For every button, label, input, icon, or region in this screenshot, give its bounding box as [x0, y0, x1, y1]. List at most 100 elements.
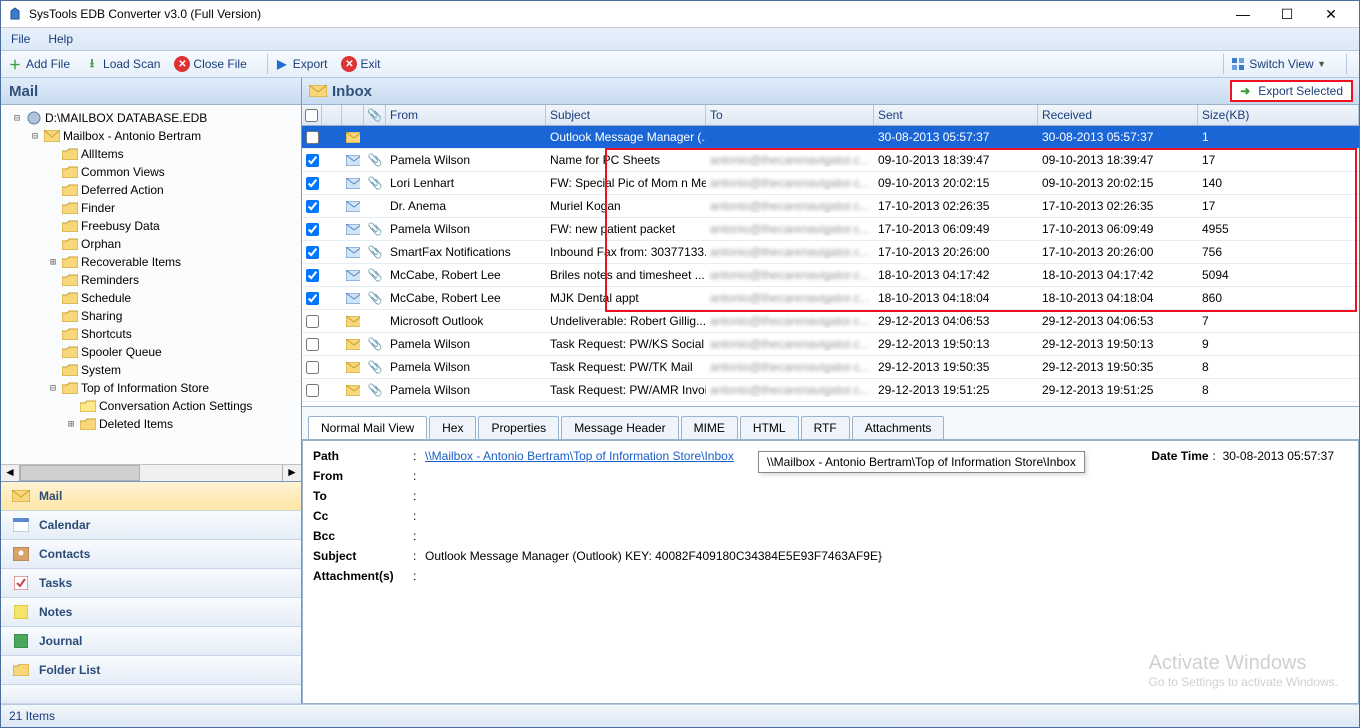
folder-tree[interactable]: ⊟D:\MAILBOX DATABASE.EDB⊟Mailbox - Anton… [1, 105, 301, 464]
tree-item[interactable]: AllItems [1, 145, 301, 163]
table-row[interactable]: Outlook Message Manager (...30-08-2013 0… [302, 126, 1359, 149]
detail-tabs: Normal Mail View Hex Properties Message … [302, 407, 1359, 440]
mail-icon [11, 488, 31, 504]
close-file-button[interactable]: ✕Close File [174, 56, 246, 72]
tab-normal[interactable]: Normal Mail View [308, 416, 427, 439]
tree-item[interactable]: Spooler Queue [1, 343, 301, 361]
nav-notes[interactable]: Notes [1, 598, 301, 627]
menu-help[interactable]: Help [48, 32, 73, 46]
tab-html[interactable]: HTML [740, 416, 799, 439]
switch-view-button[interactable]: Switch View ▼ [1230, 56, 1326, 72]
nav-folder-list[interactable]: Folder List [1, 656, 301, 685]
tab-mime[interactable]: MIME [681, 416, 738, 439]
col-sent[interactable]: Sent [874, 105, 1038, 125]
datetime-value: 30-08-2013 05:57:37 [1223, 449, 1334, 463]
main-header: Inbox ➜Export Selected [302, 78, 1359, 105]
cc-value [425, 509, 1348, 523]
plus-icon: ＋ [7, 56, 23, 72]
maximize-button[interactable]: ☐ [1265, 3, 1309, 25]
table-row[interactable]: 📎McCabe, Robert LeeBriles notes and time… [302, 264, 1359, 287]
tab-attachments[interactable]: Attachments [852, 416, 945, 439]
tab-message-header[interactable]: Message Header [561, 416, 678, 439]
col-checkbox[interactable] [302, 105, 322, 125]
path-label: Path [313, 449, 413, 463]
table-row[interactable]: 📎McCabe, Robert LeeMJK Dental apptantoni… [302, 287, 1359, 310]
grid-body[interactable]: Outlook Message Manager (...30-08-2013 0… [302, 126, 1359, 407]
tree-item[interactable]: ⊞Recoverable Items [1, 253, 301, 271]
table-row[interactable]: Microsoft OutlookUndeliverable: Robert G… [302, 310, 1359, 333]
detail-body: Path: \\Mailbox - Antonio Bertram\Top of… [302, 440, 1359, 704]
col-size[interactable]: Size(KB) [1198, 105, 1359, 125]
nav-pane: Mail Calendar Contacts Tasks Notes Journ… [1, 481, 301, 704]
add-file-button[interactable]: ＋Add File [7, 56, 70, 72]
tree-item[interactable]: Deferred Action [1, 181, 301, 199]
tree-item[interactable]: ⊟D:\MAILBOX DATABASE.EDB [1, 109, 301, 127]
nav-spacer [1, 685, 301, 704]
col-received[interactable]: Received [1038, 105, 1198, 125]
table-row[interactable]: 📎Pamela WilsonName for PC Sheetsantonio@… [302, 149, 1359, 172]
tree-item[interactable]: Freebusy Data [1, 217, 301, 235]
col-from[interactable]: From [386, 105, 546, 125]
tree-item[interactable]: Orphan [1, 235, 301, 253]
tree-item[interactable]: Common Views [1, 163, 301, 181]
tree-item[interactable]: Schedule [1, 289, 301, 307]
tree-item[interactable]: Sharing [1, 307, 301, 325]
table-row[interactable]: Dr. AnemaMuriel Koganantonio@thecarenavi… [302, 195, 1359, 218]
col-to[interactable]: To [706, 105, 874, 125]
load-scan-button[interactable]: ⭳Load Scan [84, 56, 160, 72]
calendar-icon [11, 517, 31, 533]
tree-item[interactable]: Conversation Action Settings [1, 397, 301, 415]
close-file-icon: ✕ [174, 56, 190, 72]
col-flag[interactable] [322, 105, 342, 125]
exit-icon: ✕ [341, 56, 357, 72]
tab-properties[interactable]: Properties [478, 416, 559, 439]
tab-rtf[interactable]: RTF [801, 416, 850, 439]
load-scan-icon: ⭳ [84, 56, 100, 72]
folder-title: Inbox [332, 83, 1230, 100]
col-env[interactable] [342, 105, 364, 125]
nav-contacts[interactable]: Contacts [1, 540, 301, 569]
menubar: File Help [1, 28, 1359, 51]
table-row[interactable]: 📎SmartFax NotificationsInbound Fax from:… [302, 241, 1359, 264]
tree-item[interactable]: Shortcuts [1, 325, 301, 343]
journal-icon [11, 633, 31, 649]
export-selected-button[interactable]: ➜Export Selected [1230, 80, 1353, 102]
tree-item[interactable]: ⊟Top of Information Store [1, 379, 301, 397]
status-item-count: 21 Items [9, 709, 55, 723]
table-row[interactable]: 📎Pamela WilsonTask Request: PW/AMR Invoi… [302, 379, 1359, 402]
contacts-icon [11, 546, 31, 562]
close-button[interactable]: ✕ [1309, 3, 1353, 25]
nav-journal[interactable]: Journal [1, 627, 301, 656]
nav-mail[interactable]: Mail [1, 482, 301, 511]
switch-view-icon [1230, 56, 1246, 72]
toolbar: ＋Add File ⭳Load Scan ✕Close File ▶Export… [1, 51, 1359, 78]
tree-item[interactable]: ⊟Mailbox - Antonio Bertram [1, 127, 301, 145]
col-attachment[interactable]: 📎 [364, 105, 386, 125]
to-value [425, 489, 1348, 503]
app-icon [7, 6, 23, 22]
table-row[interactable]: 📎Lori LenhartFW: Special Pic of Mom n Me… [302, 172, 1359, 195]
nav-tasks[interactable]: Tasks [1, 569, 301, 598]
chevron-down-icon: ▼ [1317, 59, 1326, 69]
menu-file[interactable]: File [11, 32, 30, 46]
subject-value: Outlook Message Manager (Outlook) KEY: 4… [425, 549, 1348, 563]
tree-item[interactable]: ⊞Deleted Items [1, 415, 301, 433]
minimize-button[interactable]: — [1221, 3, 1265, 25]
notes-icon [11, 604, 31, 620]
path-tooltip: \\Mailbox - Antonio Bertram\Top of Infor… [758, 451, 1085, 473]
export-button[interactable]: ▶Export [274, 56, 328, 72]
tab-hex[interactable]: Hex [429, 416, 476, 439]
tree-h-scrollbar[interactable]: ◄ ► [1, 464, 301, 481]
col-subject[interactable]: Subject [546, 105, 706, 125]
table-row[interactable]: 📎Pamela WilsonFW: new patient packetanto… [302, 218, 1359, 241]
bcc-value [425, 529, 1348, 543]
nav-calendar[interactable]: Calendar [1, 511, 301, 540]
exit-button[interactable]: ✕Exit [341, 56, 380, 72]
grid-header: 📎 From Subject To Sent Received Size(KB) [302, 105, 1359, 126]
tree-item[interactable]: Reminders [1, 271, 301, 289]
inbox-icon [308, 85, 328, 97]
table-row[interactable]: 📎Pamela WilsonTask Request: PW/TK Mailan… [302, 356, 1359, 379]
tree-item[interactable]: System [1, 361, 301, 379]
tree-item[interactable]: Finder [1, 199, 301, 217]
table-row[interactable]: 📎Pamela WilsonTask Request: PW/KS Social… [302, 333, 1359, 356]
